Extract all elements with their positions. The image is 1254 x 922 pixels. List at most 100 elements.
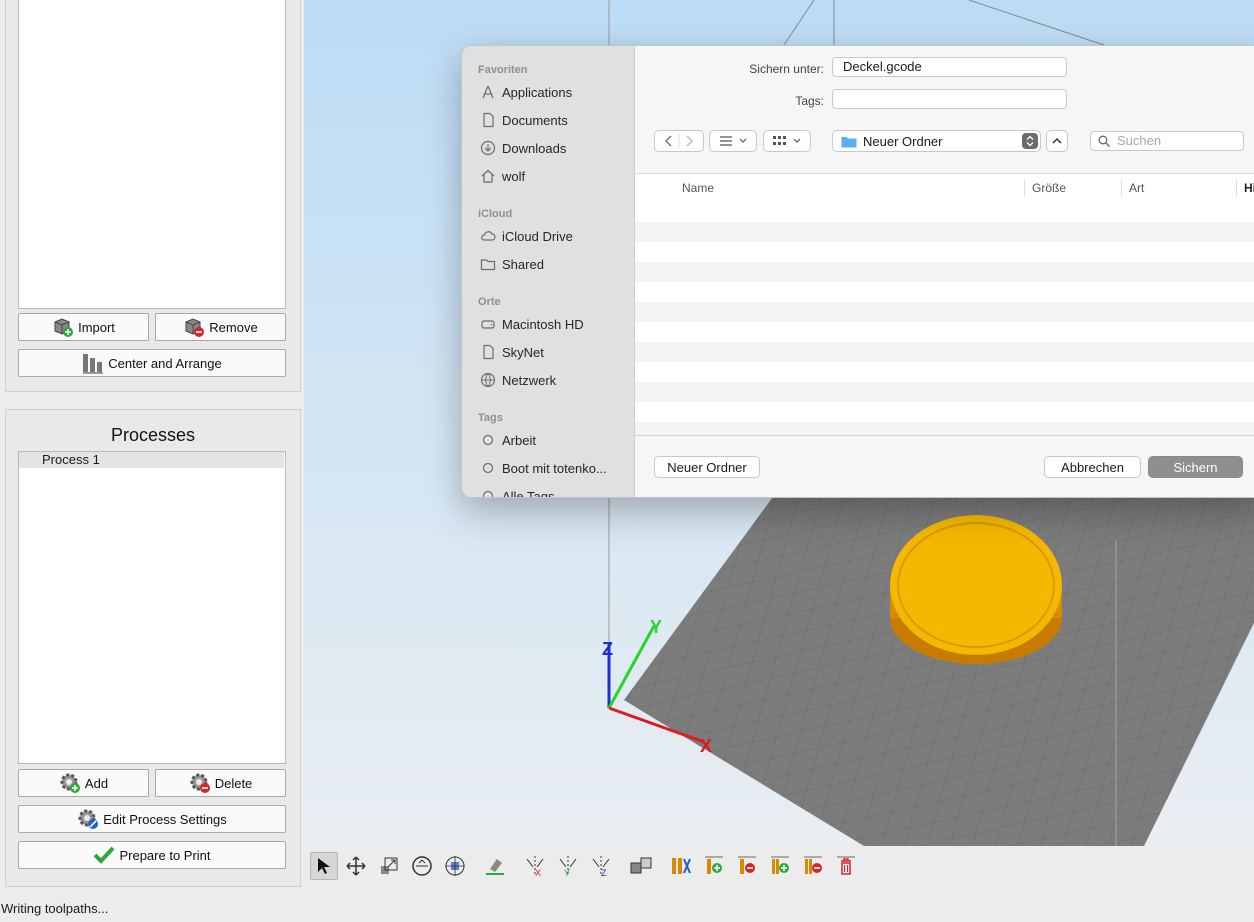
remove-modifier-icon[interactable] (799, 852, 827, 880)
sidebar-item-label: SkyNet (502, 344, 544, 360)
column-name[interactable]: Name (682, 181, 714, 195)
column-added[interactable]: Hi (1244, 181, 1254, 195)
file-list-header: Name Größe Art Hi (635, 173, 1254, 203)
svg-text:Z: Z (601, 868, 607, 877)
move-icon[interactable] (342, 852, 370, 880)
add-process-button[interactable]: Add (18, 769, 149, 797)
processes-title: Processes (110, 425, 196, 445)
location-label: Neuer Ordner (863, 133, 943, 149)
back-forward-buttons[interactable] (654, 130, 704, 152)
delete-process-button[interactable]: Delete (155, 769, 286, 797)
column-size[interactable]: Größe (1032, 181, 1066, 195)
sidebar-item-label: Netzwerk (502, 372, 557, 388)
locations-heading: Orte (478, 296, 501, 308)
icloud-heading: iCloud (478, 208, 513, 220)
import-button[interactable]: Import (18, 313, 149, 341)
sidebar-item-downloads[interactable]: Downloads (480, 138, 566, 158)
add-label: Add (84, 775, 109, 791)
add-modifier-icon[interactable] (766, 852, 794, 880)
sidebar-item-label: Applications (502, 84, 573, 100)
location-popup[interactable]: Neuer Ordner (832, 130, 1041, 152)
sidebar-item-applications[interactable]: Applications (480, 82, 572, 102)
forward-icon (686, 135, 694, 147)
expand-collapse-button[interactable] (1046, 130, 1068, 152)
mirror-z-icon[interactable]: Z (587, 852, 615, 880)
save-button[interactable]: Sichern (1148, 456, 1243, 478)
new-folder-button[interactable]: Neuer Ordner (654, 456, 760, 478)
favorites-heading: Favoriten (478, 64, 528, 76)
sidebar-item-macintosh-hd[interactable]: Macintosh HD (480, 314, 584, 334)
left-panel: Import Remove Center and Arrange Process… (0, 0, 303, 895)
remove-label: Remove (209, 319, 258, 335)
sidebar-item-tag-arbeit[interactable]: Arbeit (480, 430, 536, 450)
sidebar-item-icloud-drive[interactable]: iCloud Drive (480, 226, 573, 246)
status-text: Writing toolpaths... (1, 901, 109, 916)
dialog-footer: Neuer Ordner Abbrechen Sichern (635, 435, 1254, 497)
remove-support-icon[interactable] (733, 852, 761, 880)
process-row[interactable]: Process 1 (19, 452, 284, 468)
sidebar-item-label: Documents (502, 112, 568, 128)
lay-flat-icon[interactable] (481, 852, 509, 880)
import-icon (54, 318, 74, 337)
placement-icon[interactable] (441, 852, 469, 880)
tags-heading: Tags (478, 412, 503, 424)
list-view-icon (720, 136, 747, 146)
sidebar-item-wolf[interactable]: wolf (480, 166, 525, 186)
column-kind[interactable]: Art (1129, 181, 1144, 195)
sidebar-item-all-tags[interactable]: Alle Tags... (480, 486, 565, 497)
downloads-icon (480, 140, 496, 156)
layout-icon[interactable] (667, 852, 695, 880)
select-icon[interactable] (310, 852, 338, 880)
y-axis-label: Y (650, 617, 662, 637)
svg-text:X: X (535, 868, 541, 877)
mirror-y-icon[interactable]: Y (554, 852, 582, 880)
list-view-button[interactable] (709, 130, 757, 152)
import-label: Import (78, 319, 115, 335)
search-field[interactable]: Suchen (1090, 131, 1244, 151)
scale-icon[interactable] (375, 852, 403, 880)
trash-icon[interactable] (832, 852, 860, 880)
disk-icon (481, 320, 495, 329)
file-list[interactable] (635, 202, 1254, 435)
icon-view-button[interactable] (763, 130, 811, 152)
gear-edit-icon (78, 809, 99, 829)
sidebar-item-documents[interactable]: Documents (480, 110, 568, 130)
save-as-label: Sichern unter: (749, 62, 824, 76)
edit-process-settings-button[interactable]: Edit Process Settings (18, 805, 286, 833)
sidebar-item-label: Boot mit totenko... (502, 460, 607, 476)
objects-list[interactable] (18, 0, 286, 309)
sidebar-item-label: Macintosh HD (502, 316, 584, 332)
prepare-label: Prepare to Print (119, 847, 211, 863)
processes-list[interactable] (18, 451, 286, 764)
tag-circle-icon (482, 462, 494, 474)
prepare-to-print-button[interactable]: Prepare to Print (18, 841, 286, 869)
sidebar-item-label: Downloads (502, 140, 567, 156)
remove-button[interactable]: Remove (155, 313, 286, 341)
center-arrange-button[interactable]: Center and Arrange (18, 349, 286, 377)
rotate-icon[interactable] (408, 852, 436, 880)
sidebar-item-label: Shared (502, 256, 544, 272)
tags-field[interactable] (832, 89, 1067, 109)
chevron-up-icon (1052, 137, 1062, 144)
sidebar-item-netzwerk[interactable]: Netzwerk (480, 370, 556, 390)
sidebar-item-label: iCloud Drive (502, 228, 573, 244)
filename-field[interactable]: Deckel.gcode (832, 57, 1067, 77)
dialog-sidebar: Favoriten Applications Documents Downloa… (462, 46, 635, 497)
center-arrange-label: Center and Arrange (108, 355, 222, 371)
edit-settings-label: Edit Process Settings (103, 811, 227, 827)
tag-circle-icon (482, 490, 494, 497)
home-icon (481, 169, 495, 183)
add-support-icon[interactable] (700, 852, 728, 880)
checkmark-icon (94, 846, 115, 864)
remove-icon (185, 318, 205, 337)
svg-text:Y: Y (564, 868, 570, 877)
sidebar-item-shared[interactable]: Shared (480, 254, 544, 274)
folder-icon (841, 136, 857, 147)
sidebar-item-skynet[interactable]: SkyNet (480, 342, 544, 362)
sidebar-item-tag-boot[interactable]: Boot mit totenko... (480, 458, 607, 478)
mirror-x-icon[interactable]: X (521, 852, 549, 880)
cancel-button[interactable]: Abbrechen (1044, 456, 1141, 478)
split-icon[interactable] (627, 852, 655, 880)
x-axis-label: X (700, 736, 712, 756)
disc-object[interactable] (890, 515, 1062, 664)
